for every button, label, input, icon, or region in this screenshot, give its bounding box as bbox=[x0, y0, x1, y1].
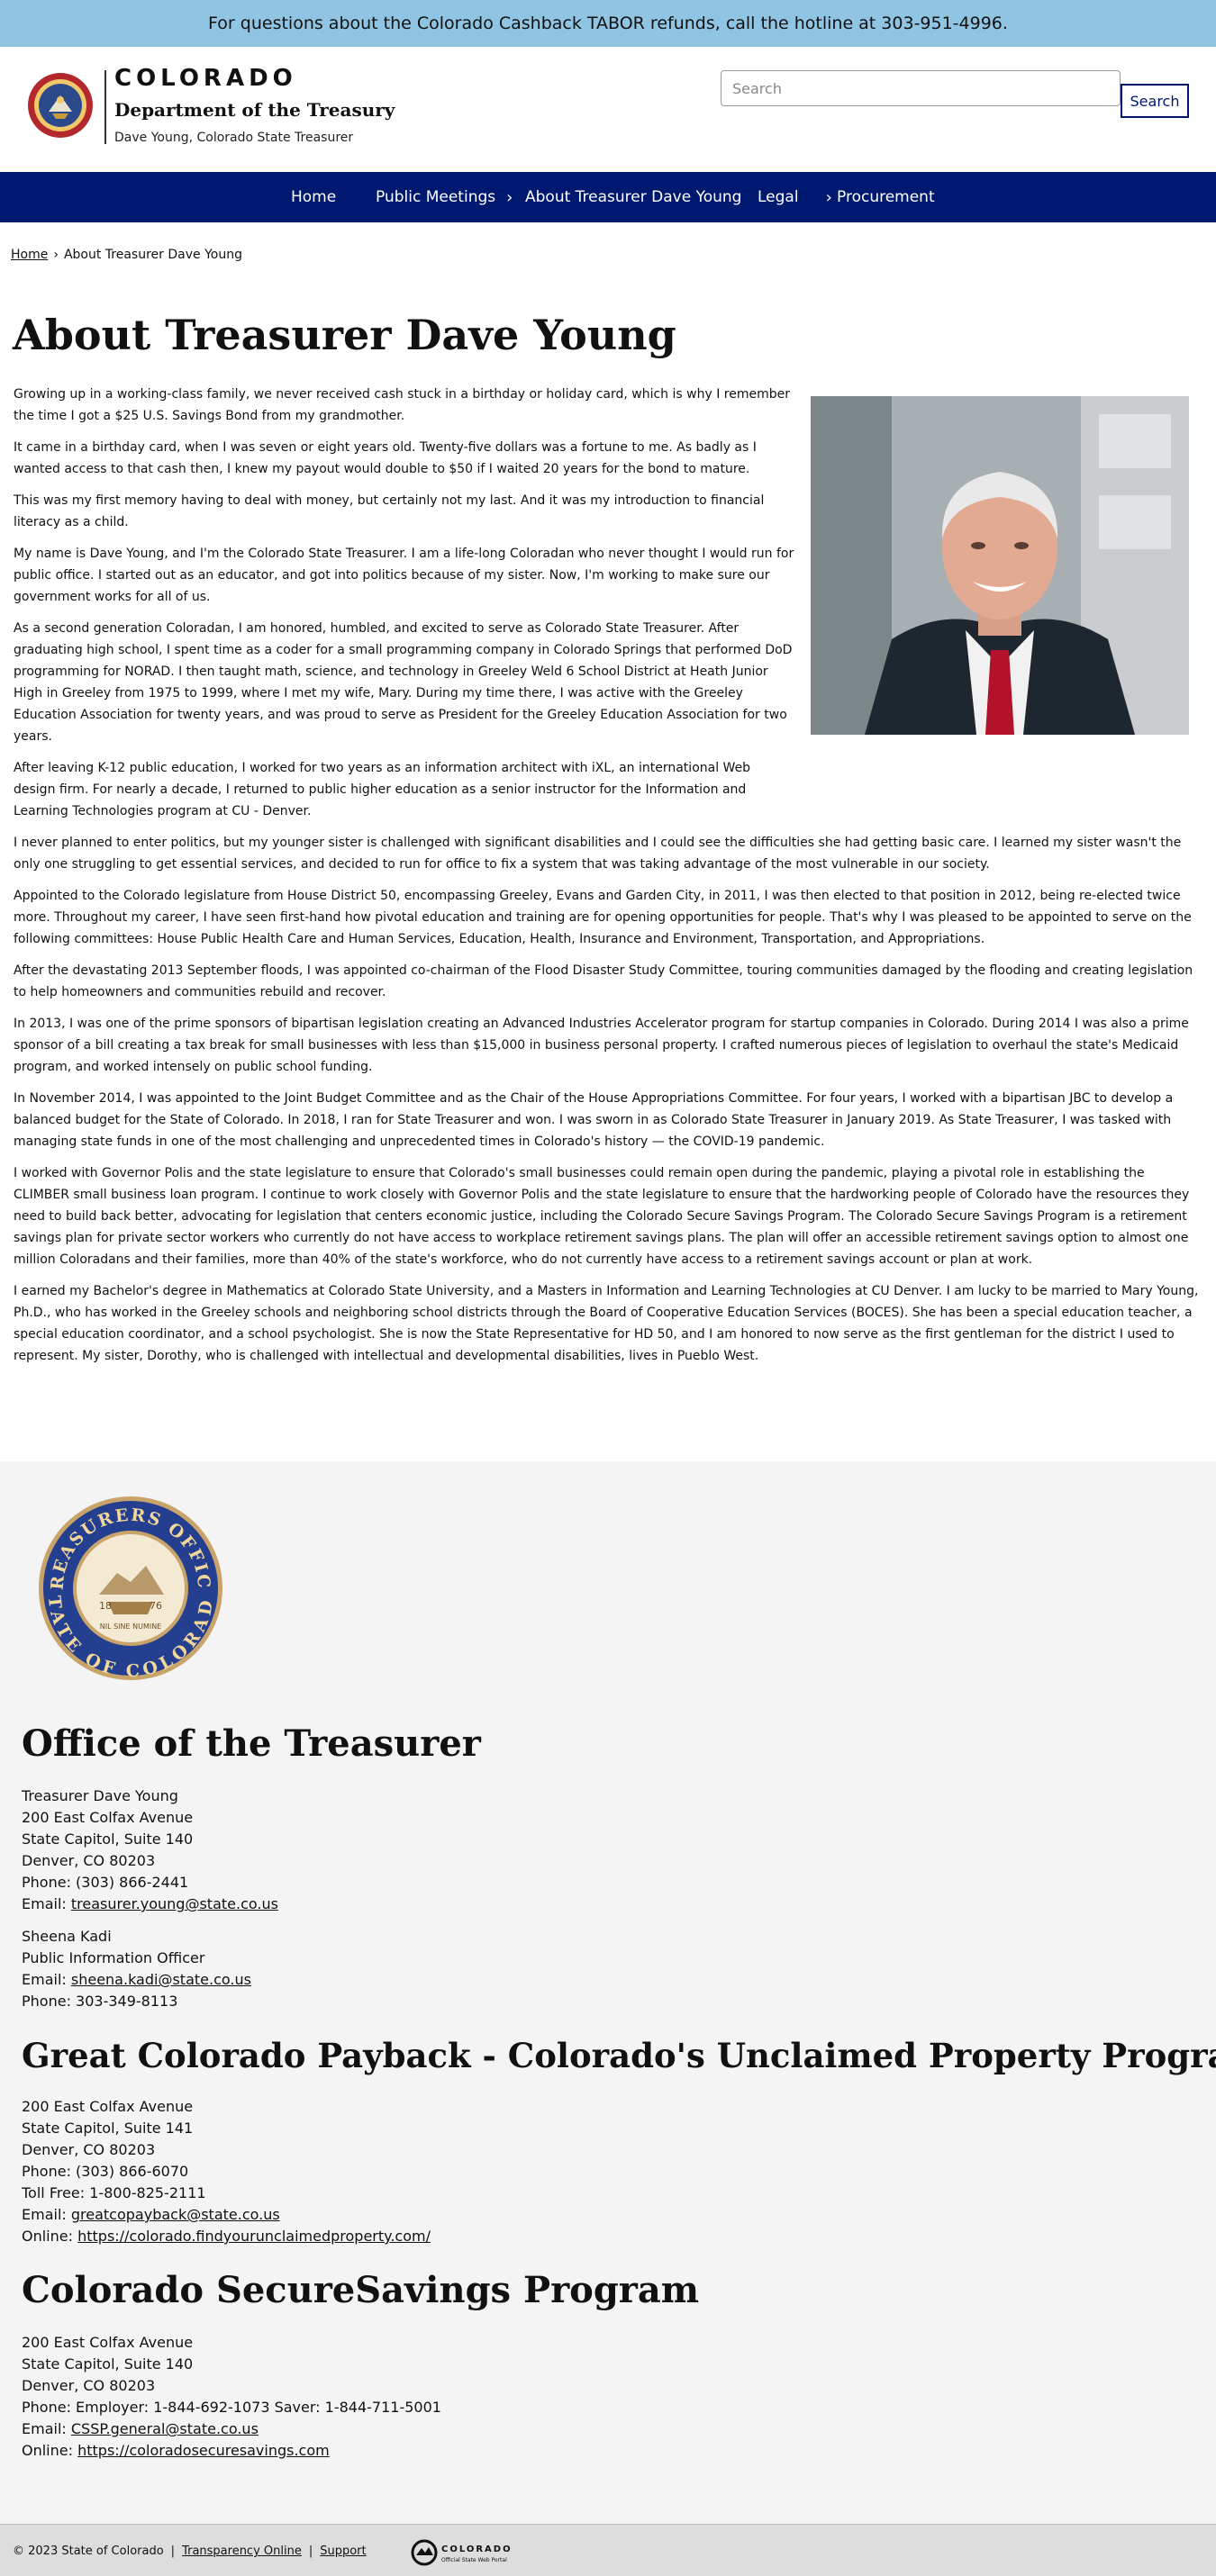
bottom-bar-links: © 2023 State of Colorado | Transparency On… bbox=[13, 2544, 367, 2558]
chevron-right-icon: › bbox=[506, 187, 513, 207]
payback-heading: Great Colorado Payback - Colorado's Uncl… bbox=[22, 2036, 1216, 2075]
link-separator: | bbox=[308, 2544, 313, 2558]
bio-paragraph: After the devastating 2013 September flo… bbox=[14, 963, 1193, 999]
office-heading: Office of the Treasurer bbox=[22, 1722, 481, 1765]
office-line: State Capitol, Suite 140 bbox=[22, 1830, 194, 1848]
office-line: Phone: (303) 866-2441 bbox=[22, 1874, 189, 1891]
nav-procurement[interactable]: Procurement bbox=[837, 172, 935, 222]
logo-divider bbox=[104, 70, 106, 144]
payback-contact-block: 200 East Colfax Avenue State Capitol, Su… bbox=[22, 2096, 431, 2247]
bio-paragraph: As a second generation Coloradan, I am h… bbox=[14, 621, 793, 744]
breadcrumb-separator: › bbox=[53, 248, 59, 262]
copyright-text: © 2023 State of Colorado bbox=[13, 2544, 164, 2558]
email-label: Email: bbox=[22, 2420, 71, 2437]
search-button[interactable]: Search bbox=[1121, 84, 1189, 118]
office-email-link[interactable]: treasurer.young@state.co.us bbox=[71, 1895, 278, 1912]
transparency-online-link[interactable]: Transparency Online bbox=[182, 2544, 302, 2558]
treasurers-office-seal-icon: TREASURERS OFFICE STATE OF COLORADO 18 7… bbox=[36, 1494, 222, 1681]
bio-paragraph: In 2013, I was one of the prime sponsors… bbox=[14, 1017, 1189, 1074]
secure-line: 200 East Colfax Avenue bbox=[22, 2334, 194, 2351]
breadcrumb: Home › About Treasurer Dave Young bbox=[11, 248, 242, 262]
chevron-right-icon: › bbox=[825, 187, 832, 207]
portal-sub-text: Official State Web Portal bbox=[441, 2557, 507, 2563]
department-name[interactable]: Department of the Treasury bbox=[114, 99, 395, 121]
brand-wordmark[interactable]: COLORADO bbox=[114, 65, 297, 92]
nav-label: Legal bbox=[758, 188, 799, 206]
payback-line: Phone: (303) 866-6070 bbox=[22, 2163, 189, 2180]
department-subtitle: Dave Young, Colorado State Treasurer bbox=[114, 131, 354, 145]
office-line: 200 East Colfax Avenue bbox=[22, 1809, 194, 1826]
online-label: Online: bbox=[22, 2442, 78, 2459]
bio-text: Growing up in a working-class family, we… bbox=[14, 384, 1202, 1377]
link-separator: | bbox=[170, 2544, 176, 2558]
bio-paragraph: I never planned to enter politics, but m… bbox=[14, 836, 1182, 872]
breadcrumb-current: About Treasurer Dave Young bbox=[63, 248, 242, 262]
payback-email-link[interactable]: greatcopayback@state.co.us bbox=[71, 2206, 280, 2223]
secure-line: Denver, CO 80203 bbox=[22, 2377, 156, 2394]
alert-text: For questions about the Colorado Cashbac… bbox=[208, 14, 1008, 33]
secure-email-link[interactable]: CSSP.general@state.co.us bbox=[71, 2420, 259, 2437]
seal-year-left: 18 bbox=[99, 1600, 112, 1612]
bio-paragraph: This was my first memory having to deal … bbox=[14, 493, 765, 529]
breadcrumb-home-link[interactable]: Home bbox=[11, 248, 48, 262]
bio-paragraph: After leaving K-12 public education, I w… bbox=[14, 761, 751, 818]
contact-phone: Phone: 303-349-8113 bbox=[22, 1993, 178, 2010]
online-label: Online: bbox=[22, 2228, 78, 2245]
seal-motto: NIL SINE NUMINE bbox=[100, 1622, 162, 1631]
colorado-state-seal-icon[interactable] bbox=[27, 72, 94, 139]
seal-year-right: 76 bbox=[150, 1600, 162, 1612]
nav-home[interactable]: Home bbox=[291, 172, 336, 222]
email-label: Email: bbox=[22, 1895, 71, 1912]
bio-paragraph: Growing up in a working-class family, we… bbox=[14, 387, 790, 423]
bio-paragraph: My name is Dave Young, and I'm the Color… bbox=[14, 547, 794, 604]
support-link[interactable]: Support bbox=[320, 2544, 366, 2558]
bio-paragraph: I worked with Governor Polis and the sta… bbox=[14, 1166, 1190, 1267]
bio-paragraph: I earned my Bachelor's degree in Mathema… bbox=[14, 1284, 1199, 1363]
nav-about-treasurer[interactable]: About Treasurer Dave Young bbox=[525, 172, 741, 222]
payback-online-link[interactable]: https://colorado.findyourunclaimedproper… bbox=[77, 2228, 431, 2245]
colorado-portal-logo-icon[interactable]: COLORADO Official State Web Portal bbox=[411, 2539, 528, 2566]
secure-online-link[interactable]: https://coloradosecuresavings.com bbox=[77, 2442, 330, 2459]
securesavings-contact-block: 200 East Colfax Avenue State Capitol, Su… bbox=[22, 2332, 441, 2462]
secure-line: State Capitol, Suite 140 bbox=[22, 2355, 194, 2373]
bio-paragraph: Appointed to the Colorado legislature fr… bbox=[14, 889, 1192, 946]
office-line: Denver, CO 80203 bbox=[22, 1852, 156, 1869]
site-footer: TREASURERS OFFICE STATE OF COLORADO 18 7… bbox=[0, 1461, 1216, 2524]
securesavings-heading: Colorado SecureSavings Program bbox=[22, 2269, 700, 2311]
payback-line: 200 East Colfax Avenue bbox=[22, 2098, 194, 2115]
nav-label: Public Meetings bbox=[376, 188, 496, 206]
nav-public-meetings[interactable]: Public Meetings › bbox=[376, 172, 513, 222]
nav-legal[interactable]: Legal › bbox=[758, 172, 832, 222]
secure-line: Phone: Employer: 1-844-692-1073 Saver: 1… bbox=[22, 2399, 441, 2416]
payback-line: State Capitol, Suite 141 bbox=[22, 2120, 194, 2137]
nav-label: About Treasurer Dave Young bbox=[525, 188, 742, 206]
page-title: About Treasurer Dave Young bbox=[13, 311, 676, 359]
bio-paragraph: In November 2014, I was appointed to the… bbox=[14, 1091, 1174, 1149]
payback-line: Denver, CO 80203 bbox=[22, 2141, 156, 2158]
contact-title: Public Information Officer bbox=[22, 1949, 205, 1966]
portal-brand-text: COLORADO bbox=[441, 2544, 513, 2554]
office-line: Treasurer Dave Young bbox=[22, 1787, 178, 1804]
contact-name: Sheena Kadi bbox=[22, 1928, 112, 1945]
payback-line: Toll Free: 1-800-825-2111 bbox=[22, 2184, 206, 2201]
office-contact-block: Treasurer Dave Young 200 East Colfax Ave… bbox=[22, 1785, 278, 2012]
alert-banner: For questions about the Colorado Cashbac… bbox=[0, 0, 1216, 47]
contact-email-link[interactable]: sheena.kadi@state.co.us bbox=[71, 1971, 251, 1988]
main-navigation: Home Public Meetings › About Treasurer D… bbox=[0, 172, 1216, 222]
email-label: Email: bbox=[22, 2206, 71, 2223]
search-input[interactable] bbox=[721, 70, 1121, 106]
email-label: Email: bbox=[22, 1971, 71, 1988]
nav-label: Home bbox=[291, 188, 337, 206]
nav-label: Procurement bbox=[837, 188, 935, 206]
bottom-bar: © 2023 State of Colorado | Transparency On… bbox=[0, 2524, 1216, 2576]
bio-paragraph: It came in a birthday card, when I was s… bbox=[14, 440, 757, 476]
